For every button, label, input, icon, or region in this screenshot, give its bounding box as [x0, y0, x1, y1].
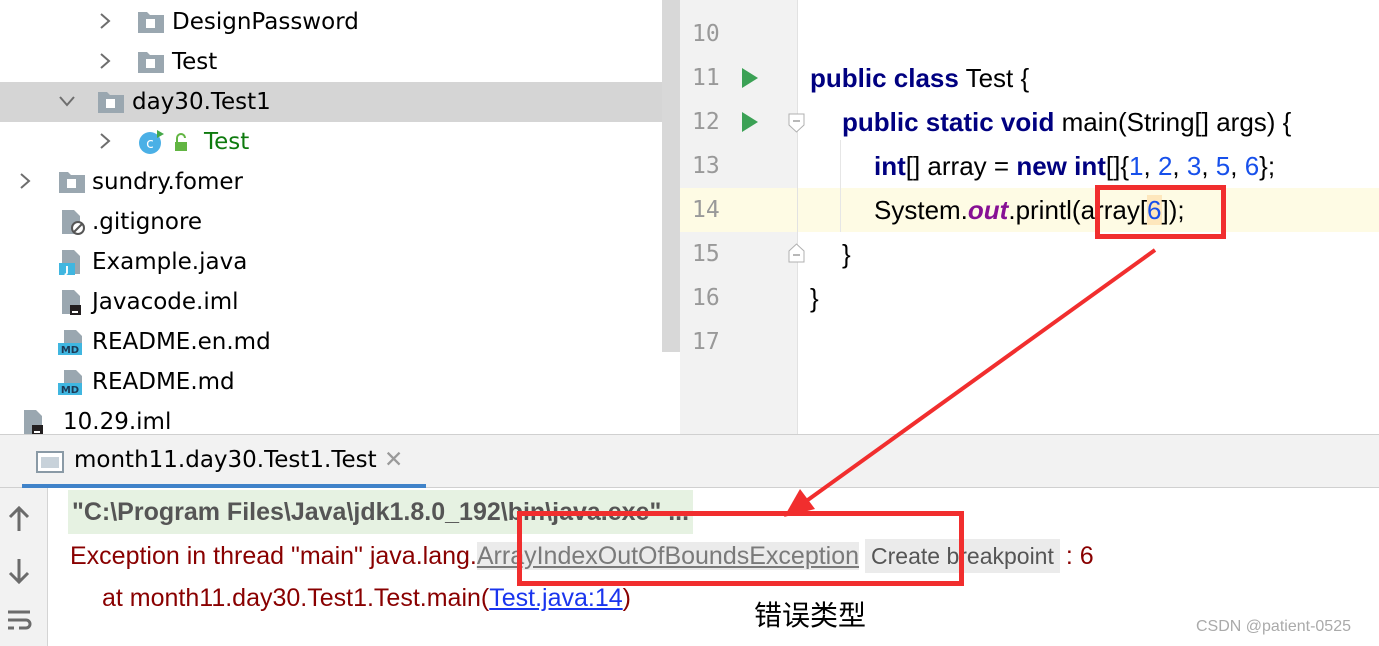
tree-item-readme-md[interactable]: MD README.md	[0, 362, 662, 402]
tree-item-designpassword[interactable]: DesignPassword	[0, 2, 662, 42]
soft-wrap-icon[interactable]	[6, 606, 32, 636]
tree-item-example-java[interactable]: J Example.java	[0, 242, 662, 282]
chevron-right-icon[interactable]	[98, 12, 112, 30]
tree-item-test-class[interactable]: c Test	[0, 122, 662, 162]
console-icon	[36, 451, 64, 473]
tree-item-label: 10.29.iml	[63, 409, 172, 434]
run-tab[interactable]: month11.day30.Test1.Test ✕	[22, 435, 426, 488]
tree-item-label: sundry.fomer	[92, 169, 244, 195]
chevron-right-icon[interactable]	[98, 132, 112, 150]
arrow-down-icon[interactable]	[6, 556, 32, 586]
tree-item-readme-en-md[interactable]: MD README.en.md	[0, 322, 662, 362]
annotation-label: 错误类型	[754, 599, 867, 632]
watermark: CSDN @patient-0525	[1196, 618, 1351, 635]
tree-item-label: Example.java	[92, 249, 248, 275]
package-folder-icon	[98, 92, 124, 113]
ignore-file-icon	[62, 210, 85, 235]
code-line-15: }	[842, 239, 851, 269]
tree-item-test-package[interactable]: Test	[0, 42, 662, 82]
run-tab-label: month11.day30.Test1.Test	[74, 447, 377, 473]
tree-item-label: Test	[172, 49, 218, 75]
chevron-right-icon[interactable]	[98, 52, 112, 70]
console-toolbar	[0, 488, 48, 646]
line-number: 12	[692, 109, 720, 135]
close-icon[interactable]: ✕	[384, 447, 403, 473]
java-file-icon: J	[59, 250, 80, 275]
line-number: 10	[692, 21, 720, 47]
tree-scrollbar[interactable]	[662, 0, 680, 352]
tree-item-javacode-iml[interactable]: Javacode.iml	[0, 282, 662, 322]
code-line-11: public class Test {	[810, 63, 1030, 93]
package-folder-icon	[59, 172, 85, 193]
markdown-file-icon: MD	[58, 330, 82, 355]
fold-marker-icon[interactable]	[788, 243, 805, 263]
run-tab-bar: month11.day30.Test1.Test ✕	[0, 434, 1379, 488]
source-location-link[interactable]: Test.java:14	[489, 584, 622, 612]
tree-item-label: README.md	[92, 369, 235, 395]
iml-file-icon	[24, 410, 43, 434]
chevron-right-icon[interactable]	[18, 172, 32, 190]
gutter-divider	[797, 0, 798, 434]
iml-file-icon	[62, 290, 81, 315]
tree-item-gitignore[interactable]: .gitignore	[0, 202, 662, 242]
run-icon[interactable]	[740, 111, 760, 133]
svg-text:c: c	[146, 136, 154, 152]
line-number: 17	[692, 329, 720, 355]
tree-item-day30-test1[interactable]: day30.Test1	[0, 82, 662, 122]
tree-item-label: README.en.md	[92, 329, 271, 355]
tree-item-label: day30.Test1	[132, 89, 271, 115]
tree-item-label: .gitignore	[92, 209, 203, 235]
indent-guide	[840, 140, 841, 232]
line-number: 15	[692, 241, 720, 267]
line-number: 14	[692, 197, 720, 223]
highlight-box-exception-type	[517, 511, 964, 586]
line-number: 11	[692, 65, 720, 91]
svg-text:MD: MD	[61, 385, 79, 395]
line-number: 13	[692, 153, 720, 179]
class-icon: c	[139, 130, 187, 154]
svg-text:J: J	[64, 265, 69, 275]
chevron-down-icon[interactable]	[58, 92, 76, 110]
fold-marker-icon[interactable]	[788, 113, 805, 133]
code-editor[interactable]: 10 11 12 13 14 15 16 17 public class Tes…	[680, 0, 1379, 434]
line-number: 16	[692, 285, 720, 311]
code-line-16: }	[810, 283, 819, 313]
code-line-13: int[] array = new int[]{1, 2, 3, 5, 6};	[874, 151, 1276, 181]
tree-item-label: DesignPassword	[172, 9, 359, 35]
package-folder-icon	[138, 12, 164, 33]
code-line-12: public static void main(String[] args) {	[842, 107, 1292, 137]
svg-text:MD: MD	[61, 345, 79, 355]
project-tree: DesignPassword Test day30.Test1 c Test s…	[0, 0, 662, 434]
run-icon[interactable]	[740, 67, 760, 89]
tree-item-10-29-iml[interactable]: 10.29.iml	[0, 402, 662, 434]
package-folder-icon	[138, 52, 164, 73]
markdown-file-icon: MD	[58, 370, 82, 395]
tree-item-label: Javacode.iml	[92, 289, 239, 315]
arrow-up-icon[interactable]	[6, 504, 32, 534]
tree-item-sundry-fomer[interactable]: sundry.fomer	[0, 162, 662, 202]
tree-item-label: Test	[204, 129, 250, 155]
highlight-box-array-index	[1095, 185, 1226, 239]
